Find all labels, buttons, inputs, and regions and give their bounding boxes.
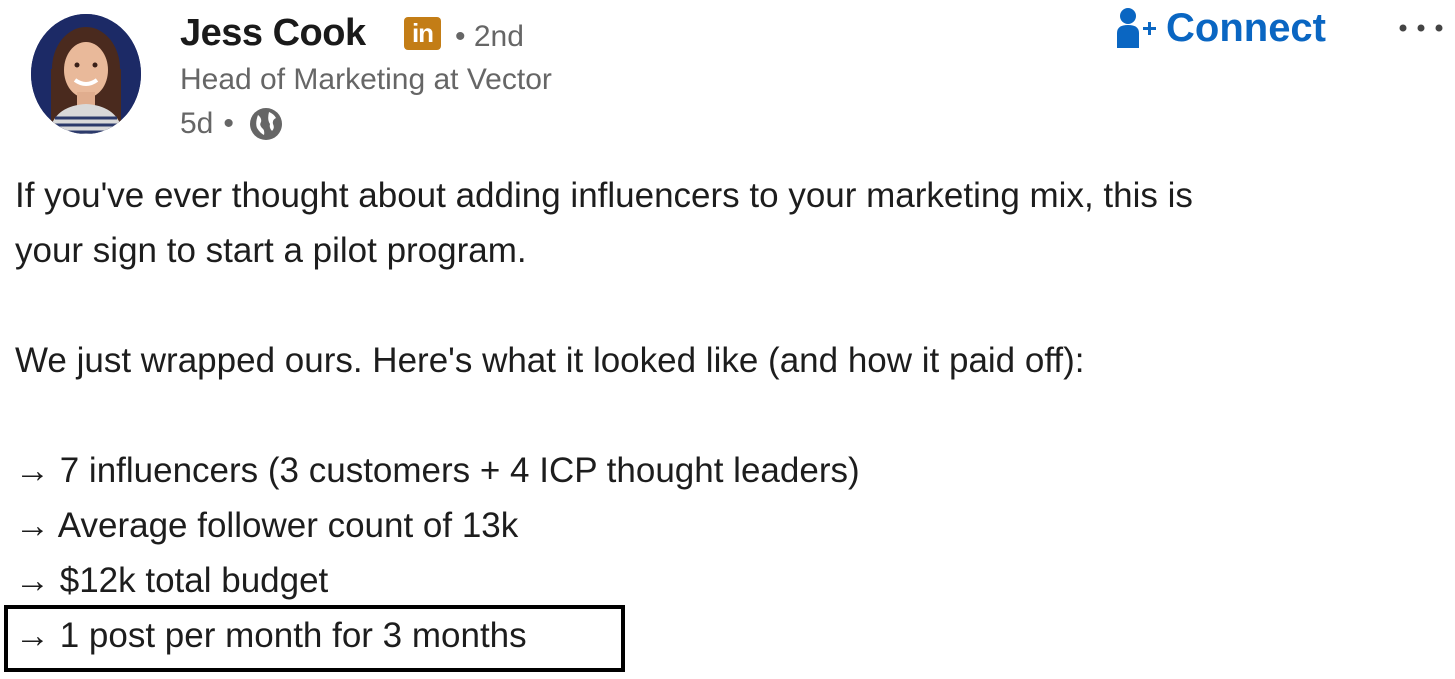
connect-label: Connect <box>1166 5 1326 50</box>
avatar-photo <box>31 14 141 134</box>
bullet-item: → 7 influencers (3 customers + 4 ICP tho… <box>15 451 860 490</box>
meta-separator: • <box>223 107 234 140</box>
more-options-icon[interactable]: ··· <box>1396 10 1446 46</box>
paragraph-break <box>15 388 1435 443</box>
paragraph-break <box>15 278 1435 333</box>
linkedin-influencer-badge: in <box>404 17 441 50</box>
bullet-item: → Average follower count of 13k <box>15 506 519 545</box>
globe-icon <box>249 108 282 140</box>
author-headline: Head of Marketing at Vector <box>180 63 552 96</box>
add-person-icon <box>1117 8 1156 48</box>
post-text-line: We just wrapped ours. Here's what it loo… <box>15 341 1085 380</box>
post-body: If you've ever thought about adding infl… <box>15 168 1435 663</box>
post-text-line: If you've ever thought about adding infl… <box>15 176 1193 215</box>
bullet-item: → $12k total budget <box>15 561 329 600</box>
post-time: 5d <box>180 107 214 140</box>
author-avatar[interactable] <box>31 14 141 134</box>
connect-button[interactable]: Connect <box>1116 4 1326 52</box>
highlight-box <box>4 605 625 672</box>
post-header: Jess Cook in • 2nd Head of Marketing at … <box>0 0 1455 150</box>
post-text-line: your sign to start a pilot program. <box>15 231 527 270</box>
post-meta: 5d • <box>180 106 284 142</box>
author-name[interactable]: Jess Cook <box>180 12 366 55</box>
connection-degree: • 2nd <box>455 20 524 53</box>
